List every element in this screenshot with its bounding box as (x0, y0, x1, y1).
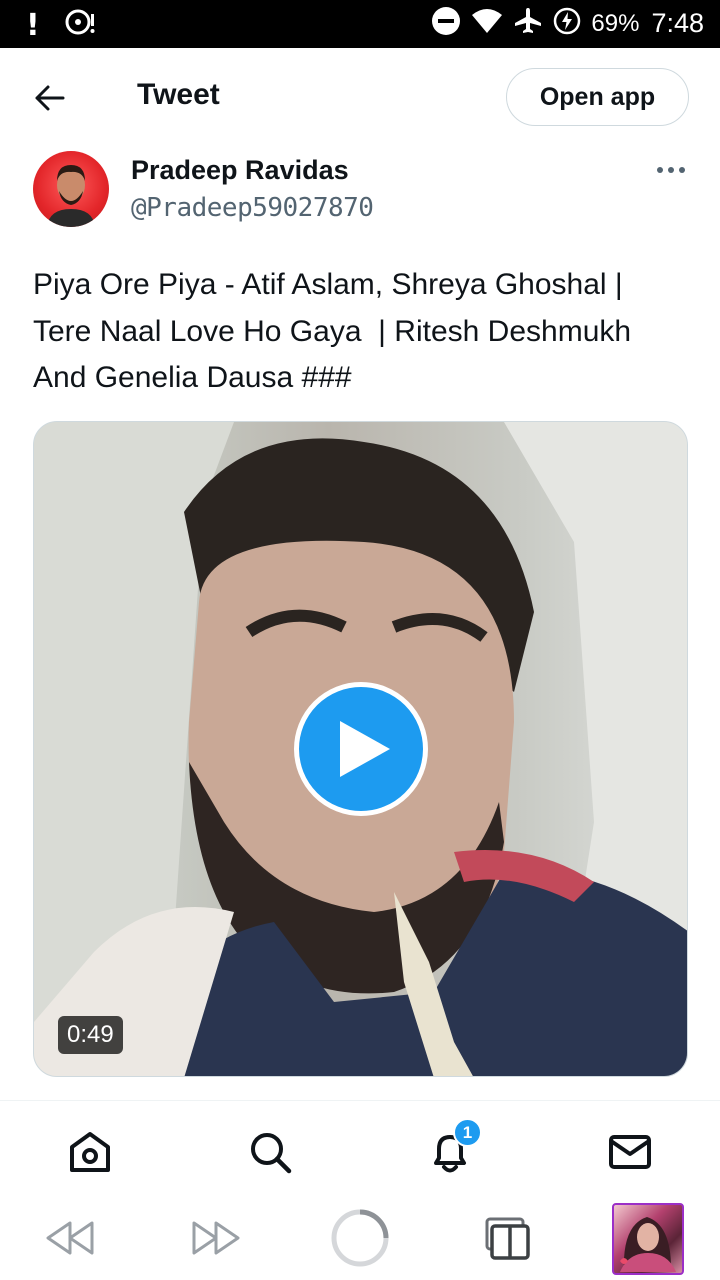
video-player[interactable]: 0:49 (33, 421, 688, 1077)
more-dot (668, 167, 674, 173)
more-options-button[interactable] (654, 158, 688, 182)
page-title: Tweet (137, 78, 220, 111)
loading-button[interactable] (330, 1208, 390, 1268)
dnd-icon (431, 6, 461, 41)
loading-icon (331, 1209, 389, 1267)
wifi-icon (471, 8, 503, 39)
avatar-image (47, 165, 95, 227)
more-dot (657, 167, 663, 173)
more-dot (679, 167, 685, 173)
notification-badge: 1 (453, 1118, 482, 1147)
avatar[interactable] (33, 151, 109, 227)
fast-forward-button[interactable] (186, 1208, 246, 1268)
rewind-icon (46, 1221, 94, 1255)
fast-forward-icon (192, 1221, 240, 1255)
messages-icon (609, 1135, 651, 1169)
airplane-icon (513, 6, 543, 41)
rewind-button[interactable] (40, 1208, 100, 1268)
nav-messages-button[interactable] (606, 1128, 654, 1176)
back-button[interactable] (28, 78, 72, 118)
nav-search-button[interactable] (246, 1128, 294, 1176)
clock: 7:48 (651, 8, 704, 38)
nav-home-button[interactable] (66, 1128, 114, 1176)
author-name[interactable]: Pradeep Ravidas (131, 155, 349, 186)
header: Tweet Open app (0, 48, 720, 144)
alert-icon: ! (26, 7, 40, 43)
status-bar-left: ! (26, 8, 96, 43)
open-app-button[interactable]: Open app (506, 68, 689, 126)
nav-divider (0, 1100, 720, 1101)
play-icon (340, 721, 390, 777)
status-bar-right: 69% 7:48 (431, 6, 704, 41)
tabs-icon (485, 1217, 530, 1260)
tabs-button[interactable] (476, 1208, 536, 1268)
search-icon (251, 1133, 292, 1174)
play-button[interactable] (294, 682, 428, 816)
tab-thumbnail[interactable] (612, 1203, 684, 1275)
arrow-left-icon (35, 85, 65, 111)
author-handle[interactable]: @Pradeep59027870 (131, 193, 374, 223)
tab-thumbnail-image (620, 1217, 676, 1272)
battery-percent: 69% (591, 9, 640, 37)
video-duration: 0:49 (58, 1016, 123, 1054)
tweet-text: Piya Ore Piya - Atif Aslam, Shreya Ghosh… (33, 268, 632, 394)
media-icon (62, 8, 96, 43)
battery-charging-icon (553, 7, 581, 40)
home-icon (70, 1132, 110, 1172)
status-bar: ! 69% 7:48 (0, 0, 720, 48)
